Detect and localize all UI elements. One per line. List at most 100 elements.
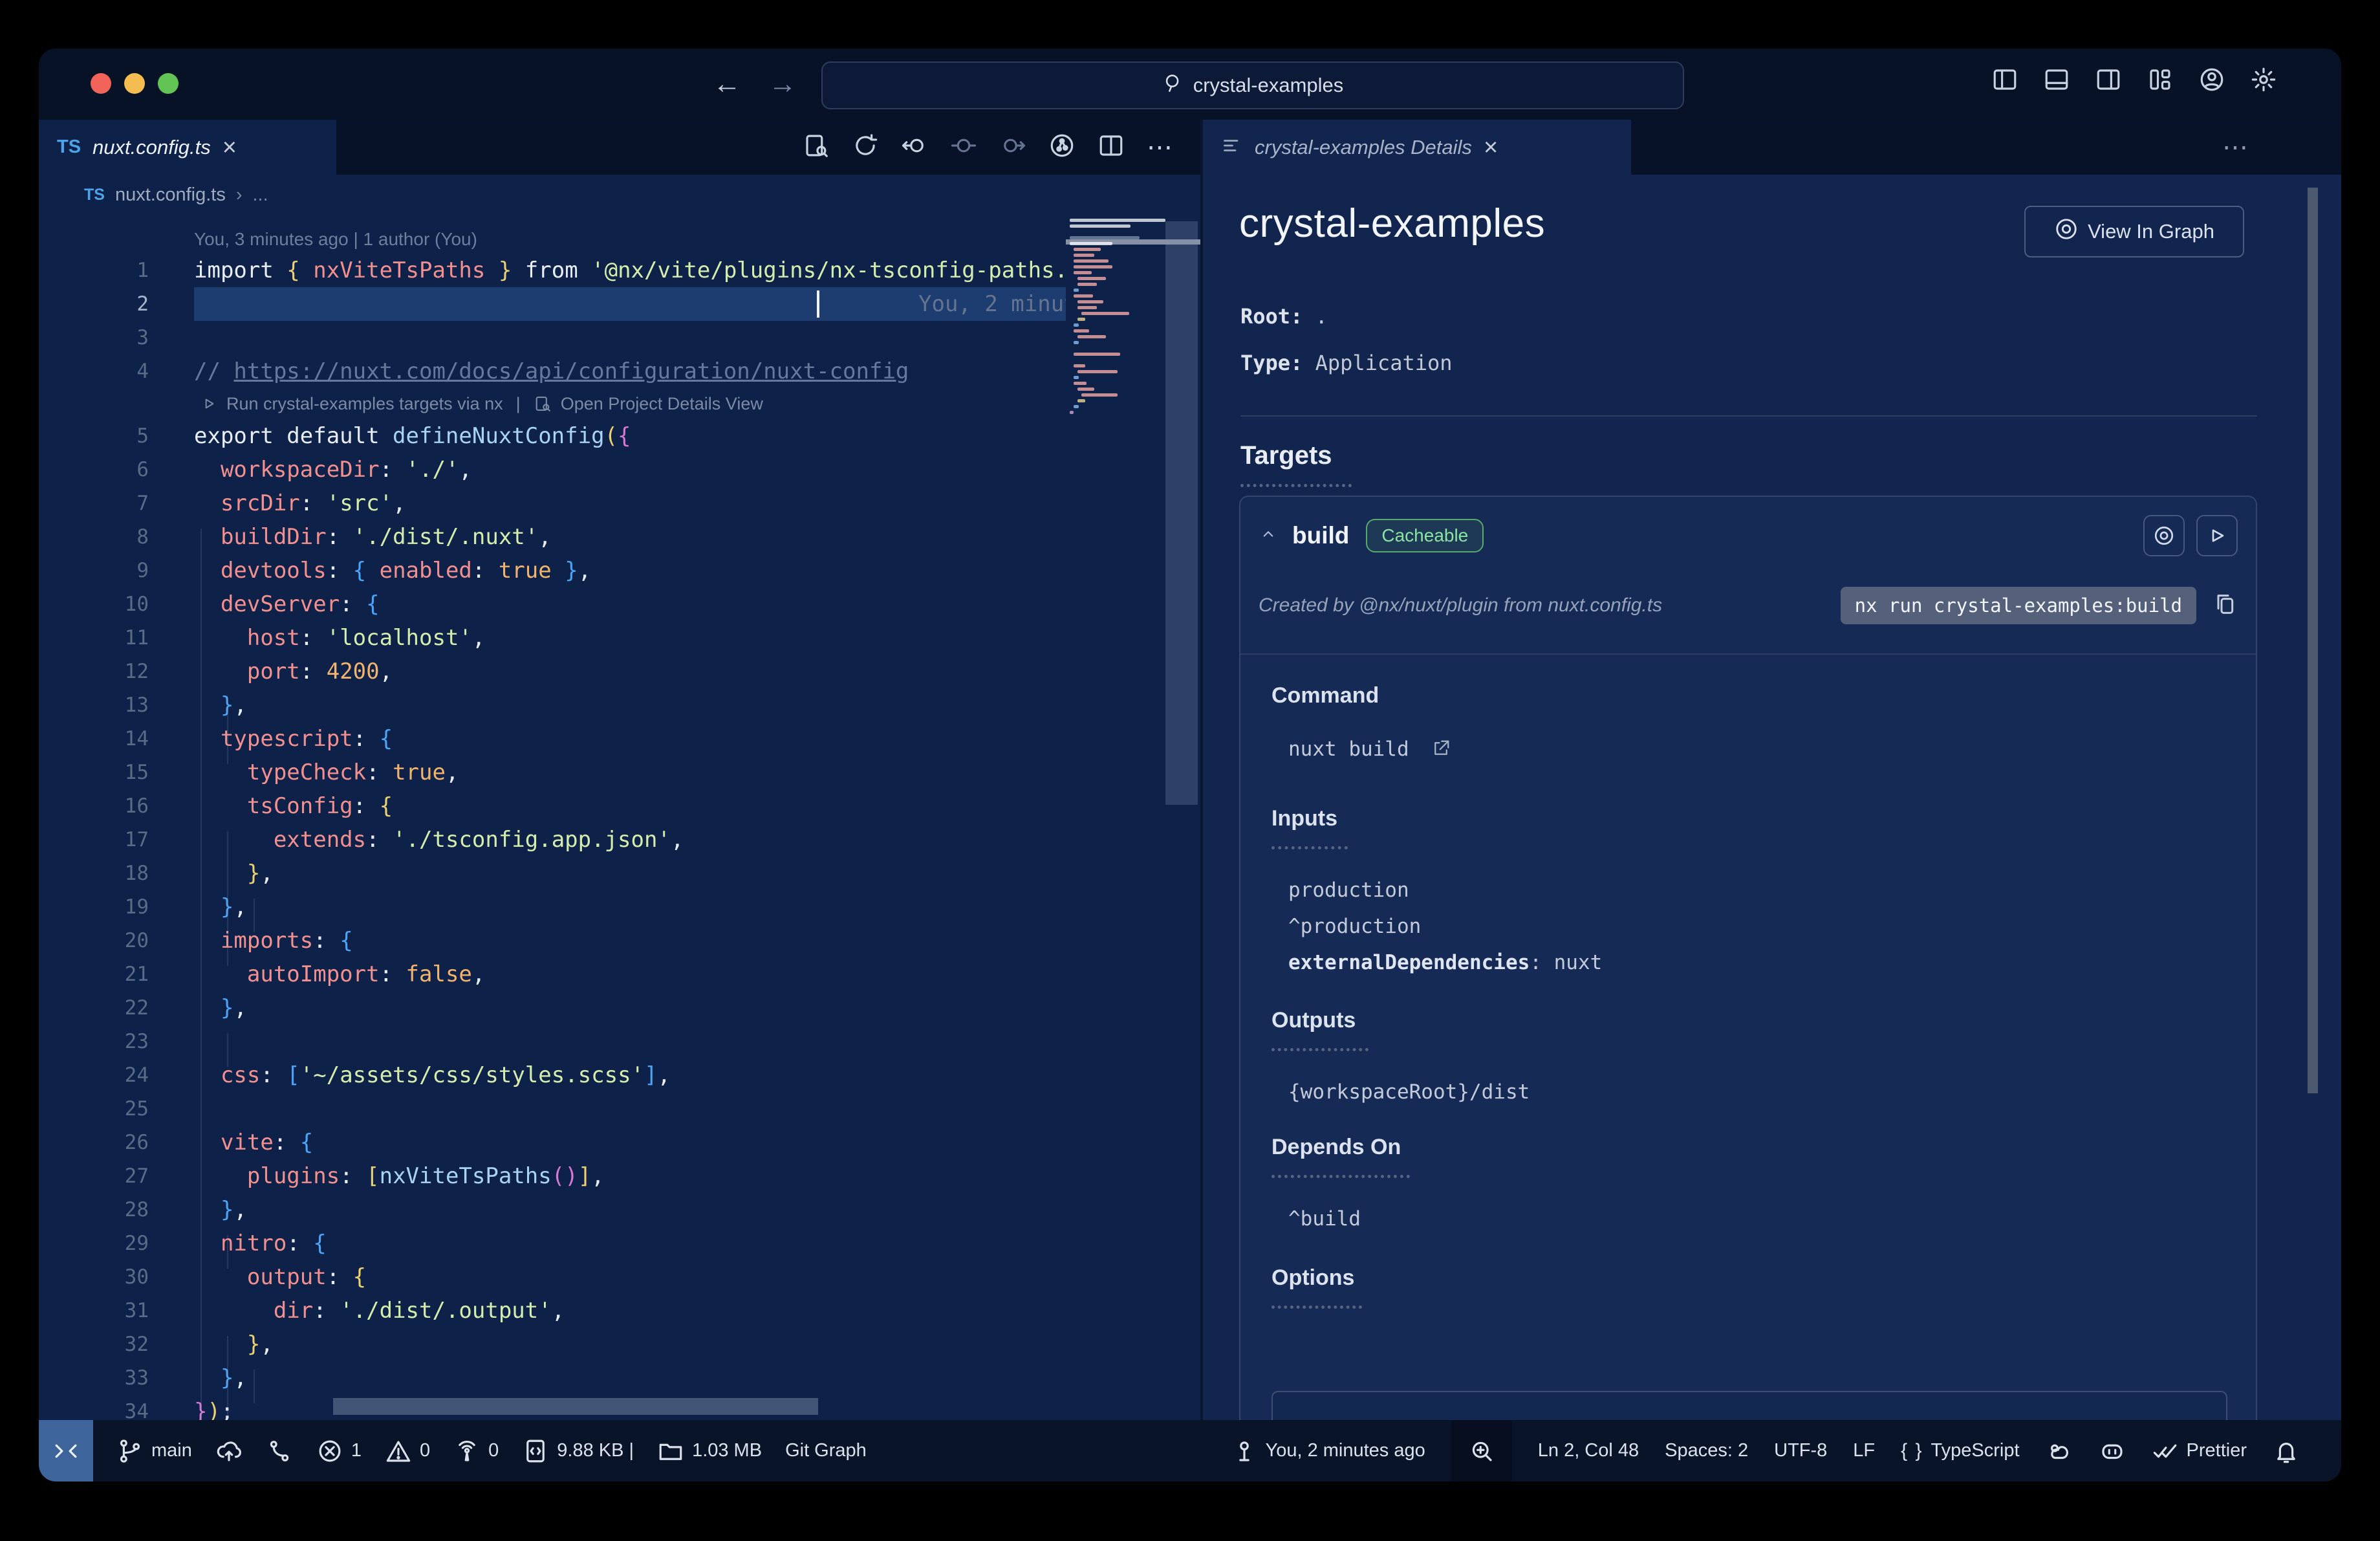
tab-project-details[interactable]: crystal-examples Details × xyxy=(1203,120,1631,175)
status-item-typescript[interactable]: { } TypeScript xyxy=(1901,1420,2019,1481)
status-item-ln-2-col-48[interactable]: Ln 2, Col 48 xyxy=(1538,1420,1639,1481)
build-card-header[interactable]: build Cacheable xyxy=(1240,497,2256,574)
status-item-spaces-2[interactable]: Spaces: 2 xyxy=(1665,1420,1748,1481)
status-item-prettier[interactable]: Prettier xyxy=(2152,1420,2247,1481)
status-item-squirrel[interactable] xyxy=(2046,1420,2073,1481)
status-item-main[interactable]: main xyxy=(116,1420,192,1481)
sidebar-left-icon[interactable] xyxy=(1989,64,2020,95)
code-line[interactable]: 3 xyxy=(39,321,1200,355)
status-item-lf[interactable]: LF xyxy=(1853,1420,1875,1481)
code-editor[interactable]: TS nuxt.config.ts › ... You, 3 minutes a… xyxy=(39,175,1200,1420)
status-item-0[interactable]: 0 xyxy=(453,1420,499,1481)
status-item-zoom-in[interactable] xyxy=(1451,1420,1512,1481)
code-line[interactable]: 20 imports: { xyxy=(39,924,1200,957)
status-item-utf-8[interactable]: UTF-8 xyxy=(1774,1420,1827,1481)
view-in-graph-button[interactable]: View In Graph xyxy=(2024,206,2244,257)
nav-forward-icon[interactable]: → xyxy=(768,65,797,103)
breadcrumb[interactable]: TS nuxt.config.ts › ... xyxy=(39,175,268,215)
sidebar-right-icon[interactable] xyxy=(2093,64,2124,95)
codelens-row[interactable]: Run crystal-examples targets via nx | Open… xyxy=(39,388,1200,419)
next-change-icon[interactable] xyxy=(999,132,1026,162)
code-line[interactable]: 25 xyxy=(39,1092,1200,1126)
code-line[interactable]: 28 }, xyxy=(39,1193,1200,1227)
code-line[interactable]: 6 workspaceDir: './', xyxy=(39,453,1200,486)
more-actions-icon[interactable]: ⋯ xyxy=(2222,120,2251,175)
vertical-scrollbar[interactable] xyxy=(1165,221,1198,805)
status-item-1-03-mb[interactable]: 1.03 MB xyxy=(657,1420,762,1481)
code-line[interactable]: 19 }, xyxy=(39,890,1200,924)
status-item-git-graph[interactable]: Git Graph xyxy=(785,1420,867,1481)
codelens-open-details[interactable]: Open Project Details View xyxy=(561,394,763,414)
code-line[interactable]: 2import { defineNuxtConfig } from 'nuxt/… xyxy=(39,287,1200,321)
horizontal-scrollbar[interactable] xyxy=(333,1398,818,1415)
layout-grid-icon[interactable] xyxy=(2145,64,2176,95)
breadcrumb-file[interactable]: nuxt.config.ts xyxy=(115,184,226,206)
code-line[interactable]: 22 }, xyxy=(39,991,1200,1025)
panel-scrollbar[interactable] xyxy=(2308,188,2318,1093)
external-link-icon[interactable] xyxy=(1431,738,1451,761)
status-item-you-2-minutes-ago[interactable]: You, 2 minutes ago xyxy=(1231,1420,1425,1481)
code-line[interactable]: 33 }, xyxy=(39,1361,1200,1395)
traffic-light-minimize[interactable] xyxy=(124,73,145,94)
code-line[interactable]: 24 css: ['~/assets/css/styles.scss'], xyxy=(39,1058,1200,1092)
code-line[interactable]: 32 }, xyxy=(39,1328,1200,1361)
history-icon[interactable] xyxy=(1048,132,1076,162)
traffic-light-close[interactable] xyxy=(91,73,111,94)
account-icon[interactable] xyxy=(2196,64,2227,95)
status-item-9-88-kb[interactable]: 9.88 KB | xyxy=(522,1420,634,1481)
status-item-bell[interactable] xyxy=(2273,1420,2300,1481)
code-line[interactable]: 17 extends: './tsconfig.app.json', xyxy=(39,823,1200,857)
status-item-git-graph[interactable] xyxy=(266,1420,293,1481)
prev-change-icon[interactable] xyxy=(901,132,928,162)
code-line[interactable]: 10 devServer: { xyxy=(39,587,1200,621)
panel-bottom-icon[interactable] xyxy=(2041,64,2072,95)
options-code-box[interactable]: { "cwd": "."} xyxy=(1271,1391,2227,1420)
code-line[interactable]: 31 dir: './dist/.output', xyxy=(39,1294,1200,1328)
code-line[interactable]: 26 vite: { xyxy=(39,1126,1200,1159)
code-line[interactable]: 30 output: { xyxy=(39,1260,1200,1294)
split-icon[interactable] xyxy=(1098,132,1125,162)
copy-icon[interactable] xyxy=(2212,591,2238,620)
code-line[interactable]: 27 plugins: [nxViteTsPaths()], xyxy=(39,1159,1200,1193)
code-line[interactable]: 7 srcDir: 'src', xyxy=(39,486,1200,520)
code-line[interactable]: 14 typescript: { xyxy=(39,722,1200,756)
close-icon[interactable]: × xyxy=(222,135,237,160)
command-center-search[interactable]: crystal-examples xyxy=(821,61,1684,109)
status-item-copilot[interactable] xyxy=(2099,1420,2126,1481)
preview-search-icon[interactable] xyxy=(803,132,830,162)
close-icon[interactable]: × xyxy=(1484,135,1498,160)
view-target-button[interactable] xyxy=(2143,515,2185,556)
chevron-up-icon[interactable] xyxy=(1259,525,1278,547)
code-line[interactable]: 15 typeCheck: true, xyxy=(39,756,1200,789)
cur-change-icon[interactable] xyxy=(950,132,977,162)
status-item-1[interactable]: 1 xyxy=(316,1420,362,1481)
gear-icon[interactable] xyxy=(2248,64,2279,95)
tab-nuxt-config[interactable]: TS nuxt.config.ts × xyxy=(39,120,336,175)
code-line[interactable]: 9 devtools: { enabled: true }, xyxy=(39,554,1200,587)
code-line[interactable]: 18 }, xyxy=(39,857,1200,890)
code-line[interactable]: 16 tsConfig: { xyxy=(39,789,1200,823)
traffic-light-maximize[interactable] xyxy=(158,73,178,94)
code-line[interactable]: 11 host: 'localhost', xyxy=(39,621,1200,655)
code-line[interactable]: 12 port: 4200, xyxy=(39,655,1200,688)
code-line[interactable]: 1 import { nxViteTsPaths } from '@nx/vite… xyxy=(39,254,1200,287)
refresh-icon[interactable] xyxy=(852,132,879,162)
code-line[interactable]: 8 buildDir: './dist/.nuxt', xyxy=(39,520,1200,554)
code-line[interactable]: 29 nitro: { xyxy=(39,1227,1200,1260)
code-line[interactable]: 13 }, xyxy=(39,688,1200,722)
run-target-button[interactable] xyxy=(2196,515,2238,556)
code-line[interactable]: 5 export default defineNuxtConfig({ xyxy=(39,419,1200,453)
code-area[interactable]: You, 3 minutes ago | 1 author (You) 1 impo… xyxy=(39,225,1200,1420)
code-line[interactable]: 4// https://nuxt.com/docs/api/configurat… xyxy=(39,355,1200,388)
status-item-remote[interactable] xyxy=(39,1420,93,1481)
code-line[interactable]: 21 autoImport: false, xyxy=(39,957,1200,991)
status-item-0[interactable]: 0 xyxy=(385,1420,430,1481)
code-line[interactable]: 23 xyxy=(39,1025,1200,1058)
nx-run-command-chip[interactable]: nx run crystal-examples:build xyxy=(1840,587,2196,624)
blame-annotation: You, 3 minutes ago | 1 author (You) xyxy=(194,229,477,249)
codelens-run[interactable]: Run crystal-examples targets via nx xyxy=(226,394,503,414)
more-icon[interactable]: ⋯ xyxy=(1147,133,1174,162)
breadcrumb-more[interactable]: ... xyxy=(253,184,268,206)
nav-back-icon[interactable]: ← xyxy=(713,65,741,103)
status-item-cloud-up[interactable] xyxy=(215,1420,243,1481)
